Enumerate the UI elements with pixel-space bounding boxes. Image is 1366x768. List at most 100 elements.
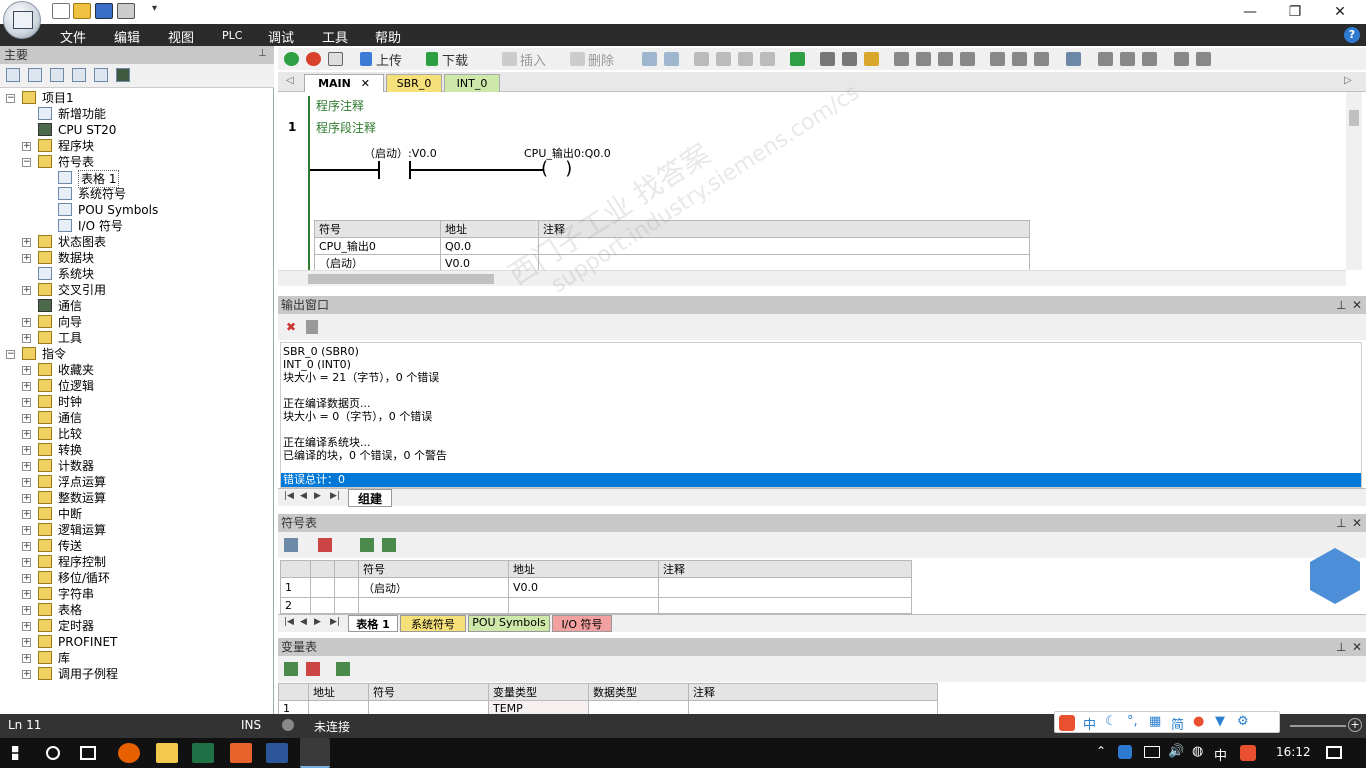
- tree-item[interactable]: + 整数运算: [0, 490, 270, 506]
- menu-file[interactable]: 文件: [60, 27, 86, 46]
- tree-item[interactable]: + 时钟: [0, 394, 270, 410]
- tree-item[interactable]: + 收藏夹: [0, 362, 270, 378]
- cell[interactable]: [308, 700, 369, 714]
- tree-item[interactable]: − 符号表: [0, 154, 270, 170]
- qat-dropdown-icon[interactable]: ▾: [152, 3, 157, 14]
- tree-item[interactable]: + 中断: [0, 506, 270, 522]
- bookmark-icon[interactable]: [864, 52, 879, 66]
- insert-button[interactable]: 插入: [520, 50, 546, 69]
- cell[interactable]: [368, 700, 489, 714]
- close-icon[interactable]: ✕: [1352, 638, 1362, 656]
- expand-icon[interactable]: +: [22, 670, 31, 679]
- tree-item[interactable]: 系统块: [0, 266, 270, 282]
- cell[interactable]: [358, 597, 509, 614]
- expand-icon[interactable]: +: [22, 366, 31, 375]
- close-tab-icon[interactable]: ✕: [361, 77, 370, 90]
- insert-row-icon[interactable]: [284, 662, 298, 676]
- tree-item[interactable]: + 程序块: [0, 138, 270, 154]
- excel-icon[interactable]: [192, 743, 214, 763]
- branch-down-icon[interactable]: [916, 52, 931, 66]
- run-icon[interactable]: [284, 52, 299, 66]
- tree-item[interactable]: + PROFINET: [0, 634, 270, 650]
- cell[interactable]: V0.0: [508, 577, 659, 598]
- network-icon[interactable]: [642, 52, 657, 66]
- expand-icon[interactable]: +: [22, 286, 31, 295]
- menu-debug[interactable]: 调试: [268, 27, 294, 46]
- network-icon[interactable]: ◍: [1192, 744, 1203, 759]
- next-icon[interactable]: ▶: [314, 491, 321, 501]
- tree-item[interactable]: 通信: [0, 298, 270, 314]
- expand-icon[interactable]: +: [22, 254, 31, 263]
- cell[interactable]: [658, 577, 912, 598]
- stop-icon[interactable]: [306, 52, 321, 66]
- list-icon[interactable]: [72, 68, 86, 82]
- open-folder-icon[interactable]: [73, 3, 91, 19]
- box-icon[interactable]: [694, 52, 709, 66]
- expand-icon[interactable]: +: [22, 494, 31, 503]
- network2-icon[interactable]: [664, 52, 679, 66]
- coil[interactable]: ( ): [541, 160, 572, 178]
- box4-icon[interactable]: [760, 52, 775, 66]
- expand-icon[interactable]: +: [22, 590, 31, 599]
- app-menu-icon[interactable]: [3, 1, 41, 39]
- expand-icon[interactable]: +: [22, 574, 31, 583]
- tree-item[interactable]: + 交叉引用: [0, 282, 270, 298]
- tree-item[interactable]: + 字符串: [0, 586, 270, 602]
- tree-item[interactable]: POU Symbols: [0, 202, 270, 218]
- symtable-grid[interactable]: 符号 地址 注释 1 （启动） V0.0 2: [280, 548, 1362, 614]
- tab-io-symbols[interactable]: I/O 符号: [552, 615, 612, 632]
- ime-settings-icon[interactable]: ⚙: [1237, 714, 1249, 729]
- pin-icon[interactable]: ⊥: [1336, 296, 1346, 314]
- minimize-button[interactable]: —: [1230, 2, 1270, 22]
- tab-main[interactable]: MAIN ✕: [304, 74, 384, 92]
- apply-icon[interactable]: [336, 662, 350, 676]
- firefox-icon[interactable]: [118, 743, 140, 763]
- output-text[interactable]: SBR_0 (SBR0) INT_0 (INT0) 块大小 = 21（字节），0 个…: [280, 342, 1362, 488]
- tree-item[interactable]: + 数据块: [0, 250, 270, 266]
- tray-chevron-icon[interactable]: ⌃: [1096, 744, 1106, 758]
- first-icon[interactable]: |◀: [284, 617, 294, 627]
- delete-symbol-icon[interactable]: [318, 538, 332, 552]
- tree-item[interactable]: + 比较: [0, 426, 270, 442]
- edit2-icon[interactable]: [1142, 52, 1157, 66]
- expand-icon[interactable]: +: [22, 478, 31, 487]
- tree-item[interactable]: + 移位/循环: [0, 570, 270, 586]
- box-instr-icon[interactable]: [1034, 52, 1049, 66]
- contact-icon[interactable]: [990, 52, 1005, 66]
- word-icon[interactable]: [266, 743, 288, 763]
- tree-item[interactable]: 系统符号: [0, 186, 270, 202]
- branch-up-icon[interactable]: [938, 52, 953, 66]
- expand-icon[interactable]: +: [22, 526, 31, 535]
- chart-icon[interactable]: [360, 538, 374, 552]
- tab-left-arrow-icon[interactable]: ◁: [286, 75, 294, 86]
- tree-item[interactable]: + 状态图表: [0, 234, 270, 250]
- tree-item[interactable]: + 浮点运算: [0, 474, 270, 490]
- cell[interactable]: （启动）: [358, 577, 509, 598]
- expand-icon[interactable]: −: [6, 350, 15, 359]
- tool2-icon[interactable]: [1196, 52, 1211, 66]
- save-icon[interactable]: [95, 3, 113, 19]
- restore-button[interactable]: ❐: [1275, 2, 1315, 22]
- vartable-grid[interactable]: 地址 符号 变量类型 数据类型 注释 1 TEMP: [278, 683, 1348, 714]
- expand-icon[interactable]: +: [22, 334, 31, 343]
- close-icon[interactable]: ✕: [1352, 296, 1362, 314]
- expand-icon[interactable]: +: [22, 238, 31, 247]
- pin-icon[interactable]: ⊥: [1336, 514, 1346, 532]
- tree-item[interactable]: + 调用子例程: [0, 666, 270, 682]
- tab-sbr0[interactable]: SBR_0: [386, 74, 442, 92]
- tree-item[interactable]: + 位逻辑: [0, 378, 270, 394]
- cell[interactable]: [658, 597, 912, 614]
- ladder-editor[interactable]: 程序注释 1 程序段注释 （启动）:V0.0 CPU_输出0:Q0.0 ( ) …: [278, 92, 1366, 272]
- tree-item[interactable]: − 指令: [0, 346, 270, 362]
- menu-help[interactable]: 帮助: [375, 27, 401, 46]
- tree-item[interactable]: 表格 1: [0, 170, 270, 188]
- menu-tools[interactable]: 工具: [322, 27, 348, 46]
- box3-icon[interactable]: [738, 52, 753, 66]
- close-icon[interactable]: ✕: [1352, 514, 1362, 532]
- expand-icon[interactable]: +: [22, 430, 31, 439]
- last-icon[interactable]: ▶|: [330, 491, 340, 501]
- tree-item[interactable]: − 项目1: [0, 90, 270, 106]
- coil-icon[interactable]: [1012, 52, 1027, 66]
- expand-icon[interactable]: +: [22, 606, 31, 615]
- window-icon[interactable]: [94, 68, 108, 82]
